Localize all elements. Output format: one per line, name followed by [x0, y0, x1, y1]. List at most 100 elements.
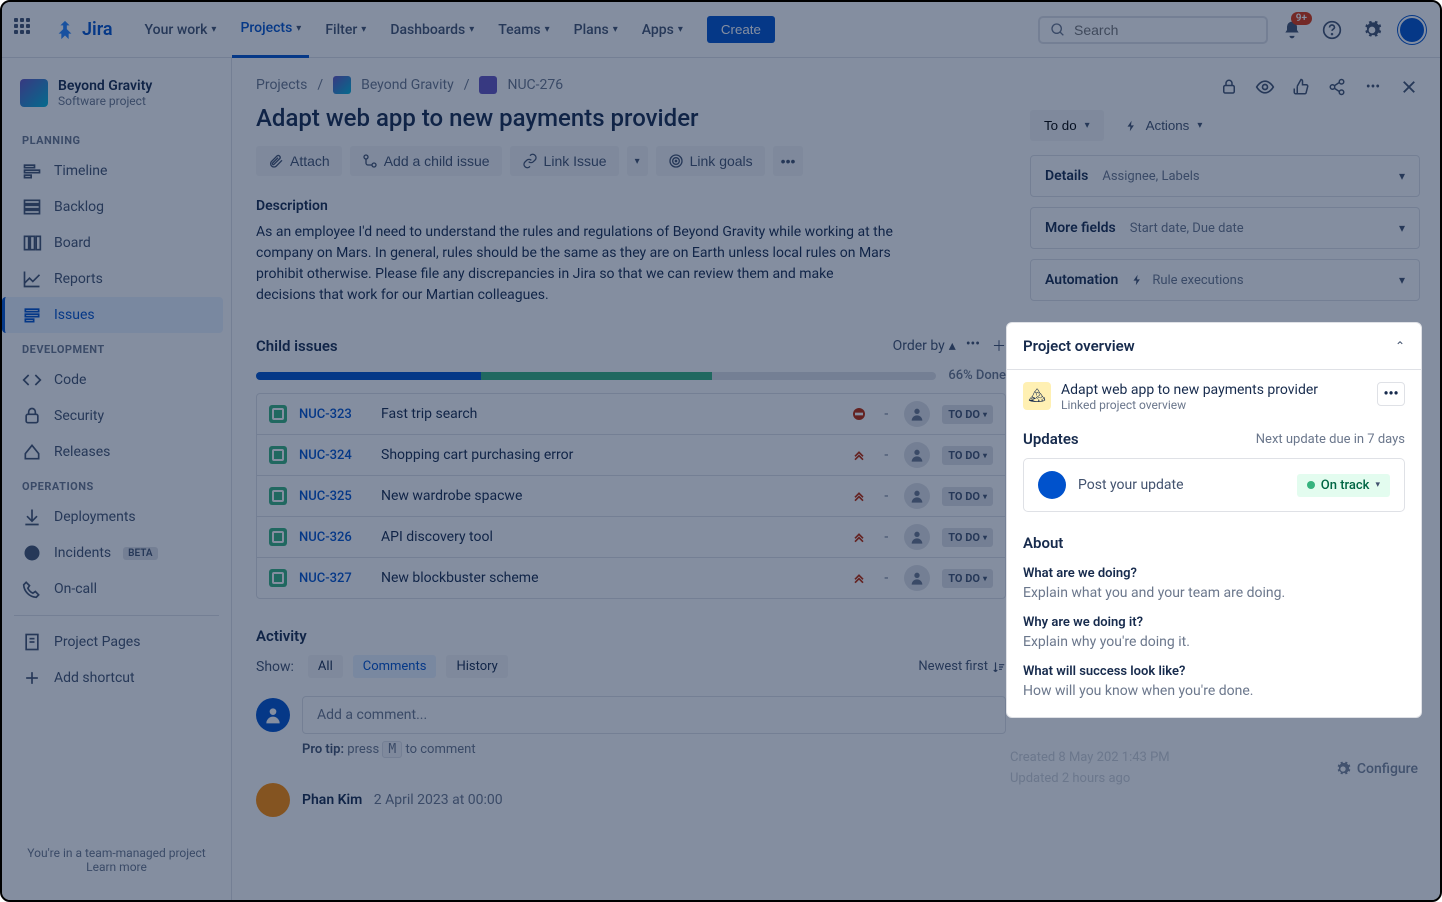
track-status[interactable]: On track▾ [1297, 474, 1390, 497]
settings-icon[interactable] [1356, 14, 1388, 46]
sidebar-oncall[interactable]: On-call [10, 571, 223, 607]
nav-your-work[interactable]: Your work▾ [137, 2, 225, 58]
automation-panel[interactable]: Automation Rule executions ▾ [1030, 259, 1420, 301]
child-summary[interactable]: Shopping cart purchasing error [381, 447, 838, 463]
about-a2[interactable]: Explain why you're doing it. [1023, 634, 1405, 650]
more-icon[interactable]: ••• [1362, 76, 1384, 98]
child-issue-row[interactable]: NUC-326API discovery tool-TO DO ▾ [257, 517, 1005, 558]
sidebar-backlog[interactable]: Backlog [10, 189, 223, 225]
breadcrumb-project[interactable]: Beyond Gravity [361, 77, 454, 93]
nav-filter[interactable]: Filter▾ [317, 2, 374, 58]
more-fields-panel[interactable]: More fields Start date, Due date ▾ [1030, 207, 1420, 249]
status-dropdown[interactable]: To do▾ [1030, 110, 1104, 141]
child-key[interactable]: NUC-324 [299, 448, 369, 463]
about-a1[interactable]: Explain what you and your team are doing… [1023, 585, 1405, 601]
sidebar-add-shortcut[interactable]: Add shortcut [10, 660, 223, 696]
sidebar-security[interactable]: Security [10, 398, 223, 434]
share-icon[interactable] [1326, 76, 1348, 98]
nav-dashboards[interactable]: Dashboards▾ [382, 2, 482, 58]
child-status[interactable]: TO DO ▾ [942, 487, 993, 506]
profile-avatar[interactable] [1396, 14, 1428, 46]
child-summary[interactable]: New wardrobe spacwe [381, 488, 838, 504]
tab-history[interactable]: History [446, 655, 507, 678]
sidebar-code[interactable]: Code [10, 362, 223, 398]
tab-comments[interactable]: Comments [353, 655, 437, 678]
planning-label: PLANNING [10, 124, 223, 153]
sidebar-project-pages[interactable]: Project Pages [10, 624, 223, 660]
post-update-box[interactable]: Post your update On track▾ [1023, 458, 1405, 512]
description-body[interactable]: As an employee I'd need to understand th… [256, 222, 896, 306]
child-summary[interactable]: New blockbuster scheme [381, 570, 838, 586]
child-issues-label: Child issues [256, 337, 883, 355]
link-issue-button[interactable]: Link Issue [510, 146, 619, 176]
pro-tip: Pro tip: press M to comment [302, 742, 1006, 757]
jira-logo[interactable]: Jira [54, 19, 113, 41]
child-key[interactable]: NUC-323 [299, 407, 369, 422]
linked-title[interactable]: Adapt web app to new payments provider [1061, 382, 1367, 398]
search-box[interactable] [1038, 16, 1268, 44]
project-header[interactable]: Beyond Gravity Software project [10, 74, 223, 124]
link-goals-button[interactable]: Link goals [656, 146, 765, 176]
child-status[interactable]: TO DO ▾ [942, 528, 993, 547]
issue-title[interactable]: Adapt web app to new payments provider [256, 104, 1006, 132]
actions-dropdown[interactable]: Actions▾ [1114, 110, 1213, 141]
child-issue-row[interactable]: NUC-327New blockbuster scheme-TO DO ▾ [257, 558, 1005, 598]
sidebar-deployments[interactable]: Deployments [10, 499, 223, 535]
link-issue-dropdown[interactable]: ▾ [627, 146, 648, 176]
assignee-avatar[interactable] [904, 524, 930, 550]
sidebar-issues[interactable]: Issues [2, 297, 223, 333]
close-icon[interactable] [1398, 76, 1420, 98]
sidebar-board[interactable]: Board [10, 225, 223, 261]
sidebar-releases[interactable]: Releases [10, 434, 223, 470]
details-panel[interactable]: Details Assignee, Labels ▾ [1030, 155, 1420, 197]
child-summary[interactable]: API discovery tool [381, 529, 838, 545]
activity-sort[interactable]: Newest first [918, 659, 1006, 674]
lock-icon[interactable] [1218, 76, 1240, 98]
child-status[interactable]: TO DO ▾ [942, 405, 993, 424]
assignee-avatar[interactable] [904, 442, 930, 468]
attach-button[interactable]: Attach [256, 146, 342, 176]
child-issue-row[interactable]: NUC-325New wardrobe spacwe-TO DO ▾ [257, 476, 1005, 517]
sidebar-timeline[interactable]: Timeline [10, 153, 223, 189]
assignee-avatar[interactable] [904, 483, 930, 509]
child-key[interactable]: NUC-327 [299, 571, 369, 586]
child-status[interactable]: TO DO ▾ [942, 569, 993, 588]
sidebar-incidents[interactable]: IncidentsBETA [10, 535, 223, 571]
help-icon[interactable] [1316, 14, 1348, 46]
nav-projects[interactable]: Projects▾ [232, 2, 309, 58]
breadcrumb-projects[interactable]: Projects [256, 77, 307, 93]
add-child-button[interactable]: Add a child issue [350, 146, 502, 176]
assignee-avatar[interactable] [904, 401, 930, 427]
child-key[interactable]: NUC-326 [299, 530, 369, 545]
watch-icon[interactable] [1254, 76, 1276, 98]
child-more-icon[interactable]: ••• [966, 336, 980, 356]
configure-button[interactable]: Configure [1335, 761, 1418, 777]
child-summary[interactable]: Fast trip search [381, 406, 838, 422]
tab-all[interactable]: All [308, 655, 343, 678]
footer-learn-more[interactable]: Learn more [86, 860, 147, 874]
child-issue-row[interactable]: NUC-323Fast trip search-TO DO ▾ [257, 394, 1005, 435]
child-key[interactable]: NUC-325 [299, 489, 369, 504]
notifications-icon[interactable]: 9+ [1276, 14, 1308, 46]
search-input[interactable] [1074, 22, 1256, 38]
breadcrumb-issue-key[interactable]: NUC-276 [507, 77, 563, 93]
vote-icon[interactable] [1290, 76, 1312, 98]
comment-input[interactable]: Add a comment... [302, 696, 1006, 734]
issue-toolbar: Attach Add a child issue Link Issue ▾ Li… [256, 146, 1006, 176]
nav-apps[interactable]: Apps▾ [634, 2, 691, 58]
toolbar-more[interactable]: ••• [773, 146, 804, 176]
overview-collapse[interactable]: ⌃ [1395, 339, 1405, 353]
sidebar-reports[interactable]: Reports [10, 261, 223, 297]
app-switcher-icon[interactable] [14, 18, 38, 42]
nav-plans[interactable]: Plans▾ [566, 2, 626, 58]
assignee-avatar[interactable] [904, 565, 930, 591]
about-a3[interactable]: How will you know when you're done. [1023, 683, 1405, 699]
child-issue-row[interactable]: NUC-324Shopping cart purchasing error-TO… [257, 435, 1005, 476]
order-by[interactable]: Order by▴ [893, 338, 956, 354]
commenter-name[interactable]: Phan Kim [302, 792, 362, 808]
linked-more[interactable]: ••• [1377, 382, 1405, 406]
create-button[interactable]: Create [707, 16, 775, 43]
nav-teams[interactable]: Teams▾ [490, 2, 557, 58]
child-status[interactable]: TO DO ▾ [942, 446, 993, 465]
child-add-icon[interactable]: ＋ [992, 336, 1006, 356]
